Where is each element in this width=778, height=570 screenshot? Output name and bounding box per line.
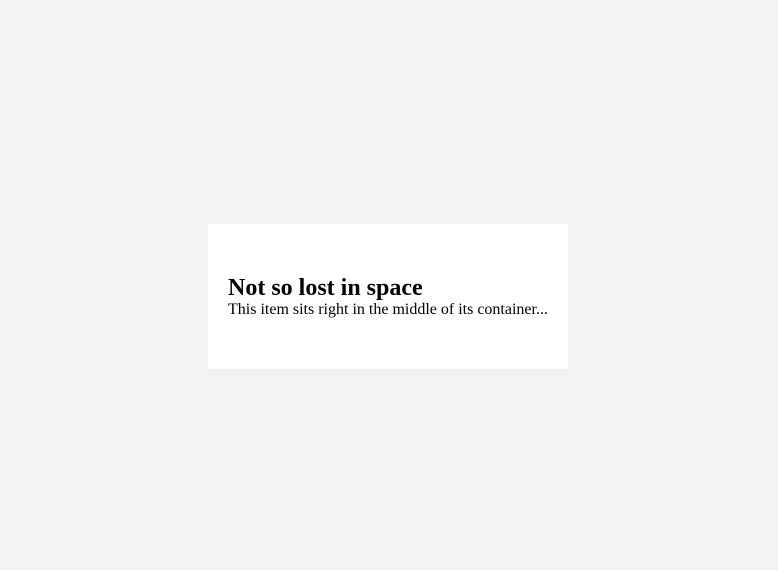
centered-card: Not so lost in space This item sits righ… — [208, 224, 568, 369]
card-description: This item sits right in the middle of it… — [228, 300, 548, 318]
card-title: Not so lost in space — [228, 274, 423, 301]
